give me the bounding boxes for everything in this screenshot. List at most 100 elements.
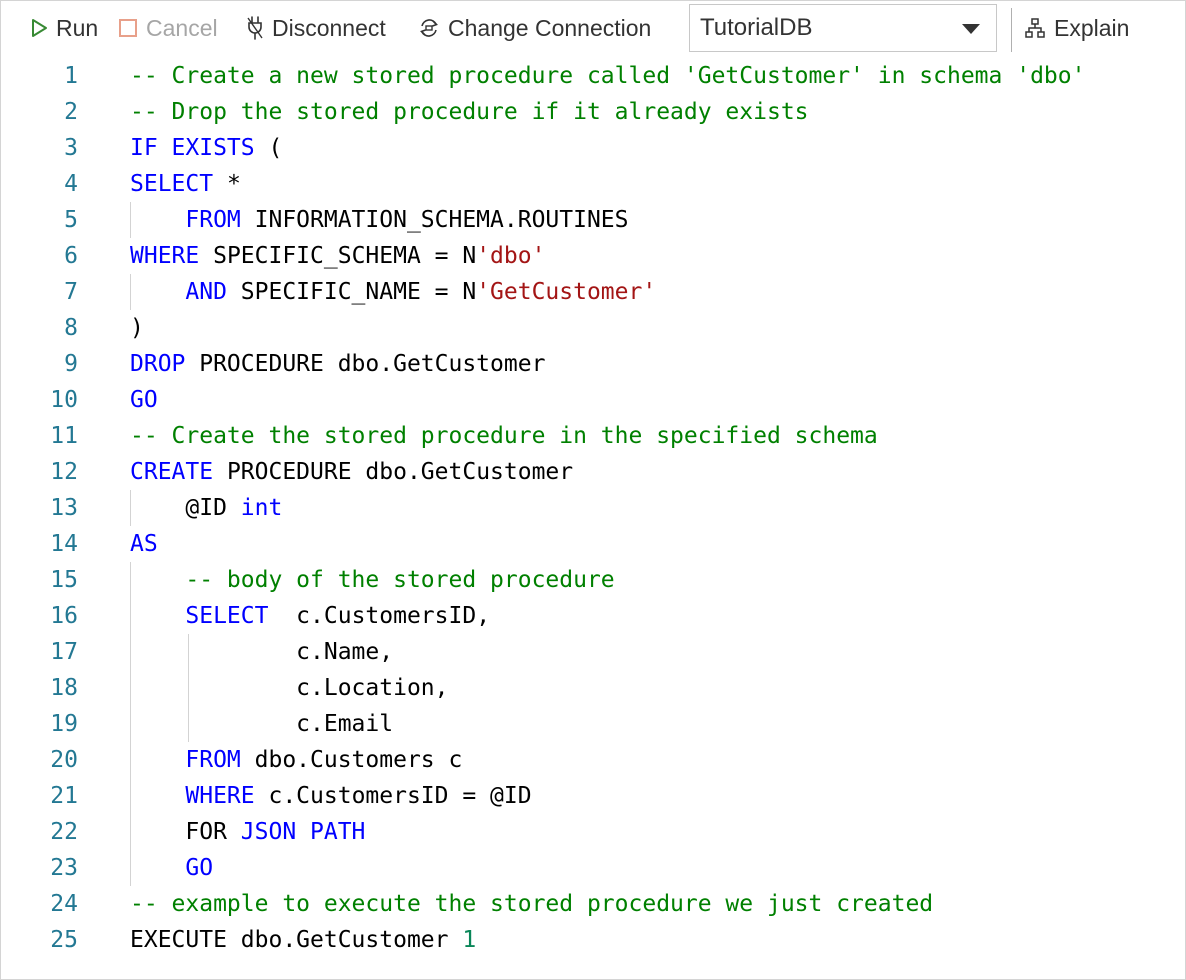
line-number: 12 [50, 459, 78, 485]
code-token: SELECT [130, 171, 214, 197]
code-token: CREATE [130, 459, 214, 485]
line-number: 24 [50, 891, 78, 917]
line-number: 7 [64, 279, 78, 305]
code-line[interactable]: 2 -- Drop the stored procedure if it alre… [0, 94, 1186, 130]
code-token: dbo.Customers c [240, 747, 463, 773]
line-number: 15 [50, 567, 78, 593]
code-token: SPECIFIC_NAME = N [226, 279, 477, 305]
disconnect-button[interactable]: Disconnect [246, 12, 386, 44]
cancel-button[interactable]: Cancel [118, 12, 218, 44]
line-number: 4 [64, 171, 78, 197]
cancel-label: Cancel [146, 14, 218, 41]
database-selected-value: TutorialDB [700, 14, 813, 41]
line-number: 2 [64, 99, 78, 125]
code-token: IF EXISTS [130, 135, 255, 161]
code-token: SELECT [185, 603, 269, 629]
code-token: int [240, 495, 283, 521]
swap-connection-icon [418, 17, 440, 39]
code-token: WHERE [185, 783, 255, 809]
hierarchy-icon [1024, 17, 1046, 39]
line-number: 20 [50, 747, 78, 773]
line-number: 8 [64, 315, 78, 341]
code-text: GO [130, 850, 213, 886]
code-text: -- Create the stored procedure in the sp… [130, 418, 878, 454]
code-token: c.Name, [130, 639, 394, 665]
line-number: 10 [50, 387, 78, 413]
code-text: WHERE c.CustomersID = @ID [130, 778, 532, 814]
code-text: c.Email [130, 706, 393, 742]
code-token: 'dbo' [476, 243, 546, 269]
code-line[interactable]: 12 CREATE PROCEDURE dbo.GetCustomer [0, 454, 1186, 490]
line-number: 3 [64, 135, 78, 161]
code-text: GO [130, 382, 158, 418]
code-line[interactable]: 23 GO [0, 850, 1186, 886]
code-editor[interactable]: 1 -- Create a new stored procedure called… [0, 58, 1186, 978]
code-line[interactable]: 17 c.Name, [0, 634, 1186, 670]
code-token: c.CustomersID = @ID [254, 783, 532, 809]
code-token: GO [130, 387, 158, 413]
database-select[interactable]: TutorialDB [689, 4, 997, 52]
code-token: FOR [130, 819, 241, 845]
code-token: AS [130, 531, 158, 557]
code-text: DROP PROCEDURE dbo.GetCustomer [130, 346, 545, 382]
code-line[interactable]: 14 AS [0, 526, 1186, 562]
code-token: 1 [462, 927, 477, 953]
code-line[interactable]: 3 IF EXISTS ( [0, 130, 1186, 166]
code-token: 'GetCustomer' [476, 279, 657, 305]
code-text: AND SPECIFIC_NAME = N'GetCustomer' [130, 274, 656, 310]
code-line[interactable]: 8) [0, 310, 1186, 346]
code-line[interactable]: 13 @ID int [0, 490, 1186, 526]
code-line[interactable]: 1 -- Create a new stored procedure called… [0, 58, 1186, 94]
code-line[interactable]: 7 AND SPECIFIC_NAME = N'GetCustomer' [0, 274, 1186, 310]
code-token: PROCEDURE dbo.GetCustomer [185, 351, 546, 377]
code-line[interactable]: 21 WHERE c.CustomersID = @ID [0, 778, 1186, 814]
line-number: 25 [50, 927, 78, 953]
line-number: 13 [50, 495, 78, 521]
code-text: c.Name, [130, 634, 393, 670]
code-token: GO [185, 855, 214, 881]
code-line[interactable]: 19 c.Email [0, 706, 1186, 742]
code-token: -- Create the stored procedure in the sp… [130, 423, 878, 449]
code-text: -- Drop the stored procedure if it alrea… [130, 94, 809, 130]
code-line[interactable]: 22 FOR JSON PATH [0, 814, 1186, 850]
change-connection-label: Change Connection [448, 14, 652, 41]
explain-label: Explain [1054, 14, 1130, 41]
chevron-down-icon [962, 24, 980, 34]
explain-button[interactable]: Explain [1024, 12, 1129, 44]
play-icon [30, 18, 48, 38]
line-number: 6 [64, 243, 78, 269]
line-number: 23 [50, 855, 78, 881]
code-line[interactable]: 6 WHERE SPECIFIC_SCHEMA = N'dbo' [0, 238, 1186, 274]
stop-icon [118, 18, 138, 38]
code-text: AS [130, 526, 158, 562]
change-connection-button[interactable]: Change Connection [418, 12, 651, 44]
code-line[interactable]: 18 c.Location, [0, 670, 1186, 706]
line-number: 14 [50, 531, 78, 557]
code-line[interactable]: 25 EXECUTE dbo.GetCustomer 1 [0, 922, 1186, 958]
code-token: AND [185, 279, 227, 305]
line-number: 1 [64, 63, 78, 89]
code-token: * [213, 171, 241, 197]
code-token: ) [130, 315, 144, 341]
code-line[interactable]: 24 -- example to execute the stored proce… [0, 886, 1186, 922]
code-line[interactable]: 16 SELECT c.CustomersID, [0, 598, 1186, 634]
code-token: INFORMATION_SCHEMA.ROUTINES [240, 207, 629, 233]
code-token: -- Drop the stored procedure if it alrea… [130, 99, 809, 125]
code-line[interactable]: 20 FROM dbo.Customers c [0, 742, 1186, 778]
code-text: c.Location, [130, 670, 448, 706]
code-token: -- body of the stored procedure [185, 567, 615, 593]
code-line[interactable]: 9 DROP PROCEDURE dbo.GetCustomer [0, 346, 1186, 382]
line-number: 22 [50, 819, 78, 845]
run-button[interactable]: Run [30, 12, 98, 44]
run-label: Run [56, 14, 99, 41]
code-line[interactable]: 4 SELECT * [0, 166, 1186, 202]
code-line[interactable]: 11 -- Create the stored procedure in the … [0, 418, 1186, 454]
toolbar-divider [1011, 8, 1012, 52]
code-line[interactable]: 15 -- body of the stored procedure [0, 562, 1186, 598]
code-line[interactable]: 5 FROM INFORMATION_SCHEMA.ROUTINES [0, 202, 1186, 238]
code-line[interactable]: 10 GO [0, 382, 1186, 418]
